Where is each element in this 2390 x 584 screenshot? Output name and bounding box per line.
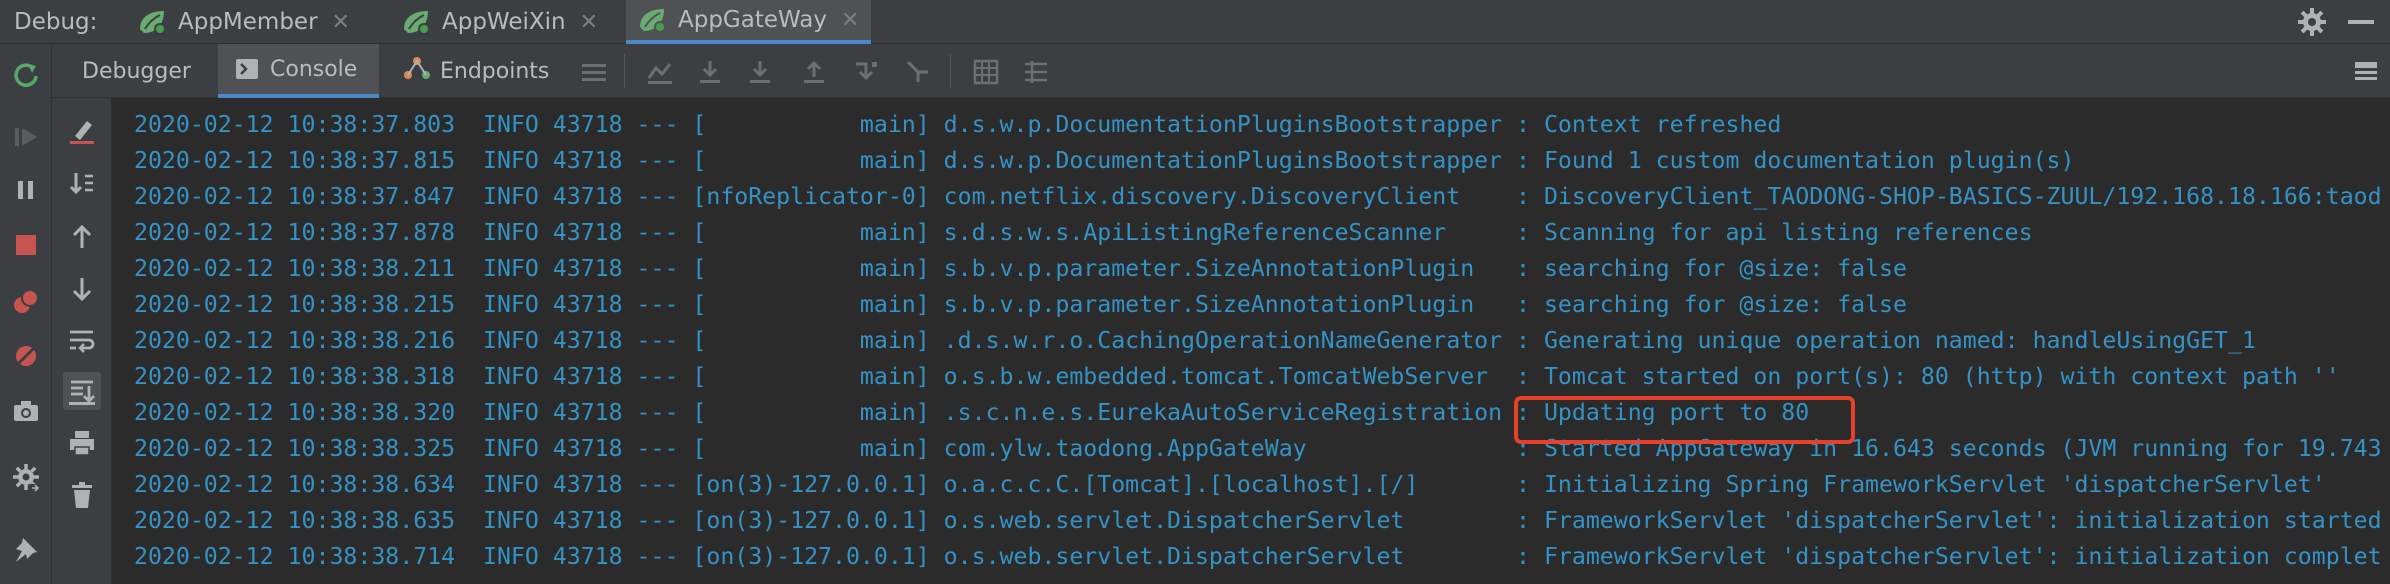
mute-breakpoints-icon[interactable] (11, 341, 41, 371)
log-line: 2020-02-12 10:38:37.847 INFO 43718 --- [… (134, 183, 2382, 210)
debug-tab-bar: Debug: AppMember ✕ AppWeiXin ✕ AppGateWa… (0, 0, 2390, 44)
highlight-annotation (1514, 396, 1855, 444)
restore-layout-icon[interactable] (580, 58, 608, 86)
show-execution-point-icon[interactable] (646, 58, 674, 86)
tab-debugger[interactable]: Debugger (60, 44, 213, 98)
log-line: 2020-02-12 10:38:38.211 INFO 43718 --- [… (134, 255, 1907, 282)
log-line: 2020-02-12 10:38:38.714 INFO 43718 --- [… (134, 543, 2382, 570)
log-line: 2020-02-12 10:38:38.215 INFO 43718 --- [… (134, 291, 1907, 318)
down-arrow-icon[interactable] (67, 274, 97, 304)
trace-current-stream-icon[interactable] (1022, 58, 1050, 86)
log-line: 2020-02-12 10:38:37.803 INFO 43718 --- [… (134, 111, 1782, 138)
up-arrow-icon[interactable] (67, 222, 97, 252)
endpoints-icon (402, 55, 432, 87)
camera-icon[interactable] (11, 396, 41, 426)
tab-label: AppMember (178, 9, 318, 35)
pin-icon[interactable] (11, 534, 41, 564)
gear-icon[interactable] (2296, 6, 2328, 38)
tab-label: AppWeiXin (442, 9, 566, 35)
scroll-to-end-icon[interactable] (67, 170, 97, 200)
debug-label: Debug: (14, 9, 98, 35)
stop-icon[interactable] (11, 230, 41, 260)
log-line: 2020-02-12 10:38:38.216 INFO 43718 --- [… (134, 327, 2256, 354)
spring-boot-icon (636, 5, 670, 35)
close-icon[interactable]: ✕ (332, 10, 350, 35)
step-into-icon[interactable] (746, 58, 774, 86)
clear-console-icon[interactable] (67, 116, 97, 146)
tab-label: AppGateWay (678, 7, 827, 33)
evaluate-expression-icon[interactable] (972, 58, 1000, 86)
rerun-icon[interactable] (11, 60, 41, 90)
debug-actions-toolbar (0, 44, 52, 584)
run-to-cursor-icon[interactable] (904, 58, 932, 86)
tab-endpoints-label: Endpoints (440, 58, 550, 84)
tab-endpoints[interactable]: Endpoints (390, 44, 561, 98)
tab-debugger-label: Debugger (82, 58, 191, 84)
close-icon[interactable]: ✕ (580, 10, 598, 35)
log-line: 2020-02-12 10:38:37.815 INFO 43718 --- [… (134, 147, 2075, 174)
tab-console-label: Console (270, 56, 358, 82)
console-actions-toolbar (52, 98, 112, 584)
resume-icon[interactable] (11, 122, 41, 152)
tab-console[interactable]: Console (218, 44, 380, 98)
soft-wrap-icon[interactable] (67, 326, 97, 356)
console-output[interactable]: 2020-02-12 10:38:37.803 INFO 43718 --- [… (112, 98, 2390, 584)
layout-settings-icon[interactable] (2352, 58, 2380, 86)
log-line: 2020-02-12 10:38:38.318 INFO 43718 --- [… (134, 363, 2340, 390)
minimize-icon[interactable] (2348, 20, 2374, 24)
tab-appmember[interactable]: AppMember ✕ (126, 0, 362, 44)
spring-boot-icon (400, 7, 434, 37)
scroll-to-end-active-icon[interactable] (63, 372, 101, 410)
close-icon[interactable]: ✕ (841, 8, 859, 33)
log-line: 2020-02-12 10:38:37.878 INFO 43718 --- [… (134, 219, 2033, 246)
tab-appweixin[interactable]: AppWeiXin ✕ (390, 0, 610, 44)
step-over-icon[interactable] (696, 58, 724, 86)
print-icon[interactable] (67, 428, 97, 458)
settings-icon[interactable] (11, 462, 41, 492)
log-line: 2020-02-12 10:38:38.635 INFO 43718 --- [… (134, 507, 2382, 534)
console-icon (236, 59, 258, 79)
log-line: 2020-02-12 10:38:38.634 INFO 43718 --- [… (134, 471, 2326, 498)
tab-appgateway[interactable]: AppGateWay ✕ (626, 0, 872, 44)
trash-icon[interactable] (67, 480, 97, 510)
toolbar-separator (624, 54, 625, 88)
drop-frame-icon[interactable] (852, 58, 880, 86)
view-breakpoints-icon[interactable] (11, 287, 41, 317)
pause-icon[interactable] (11, 175, 41, 205)
log-line: 2020-02-12 10:38:38.325 INFO 43718 --- [… (134, 435, 2382, 462)
debugger-toolbar: Debugger Console Endpoints (0, 44, 2390, 98)
step-out-icon[interactable] (800, 58, 828, 86)
spring-boot-icon (136, 7, 170, 37)
toolbar-separator (950, 54, 951, 88)
